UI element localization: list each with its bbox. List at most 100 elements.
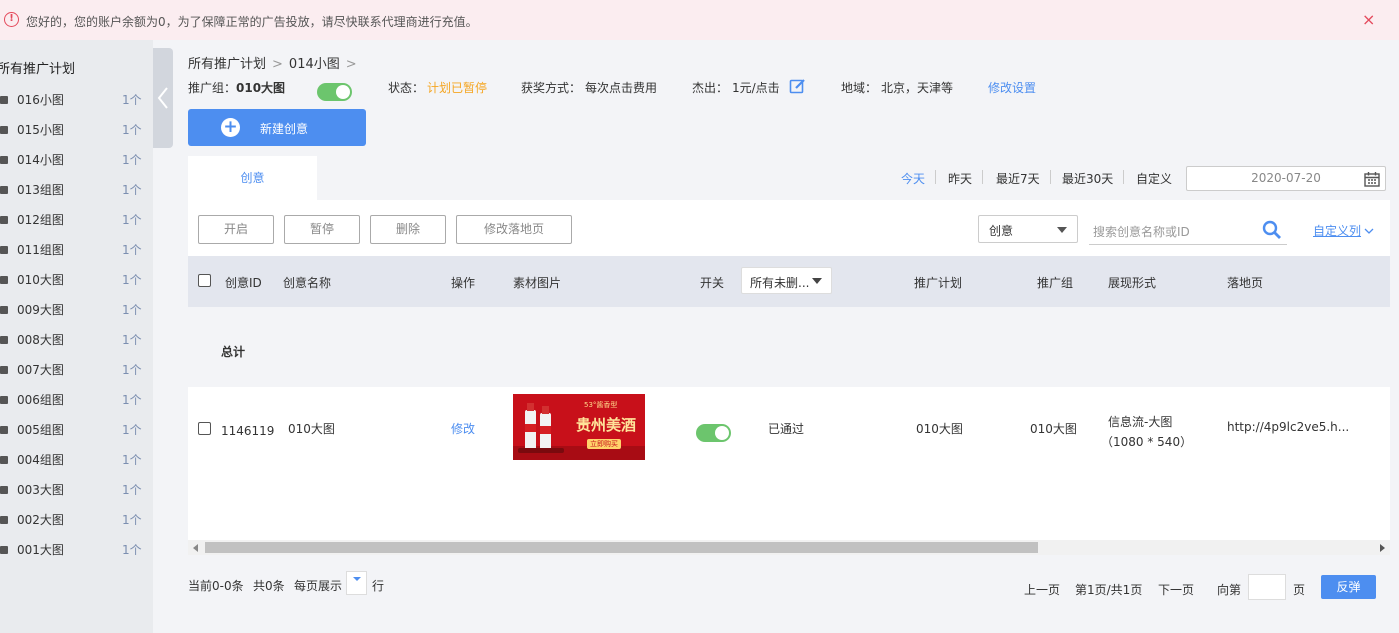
breadcrumb-current[interactable]: 014小图 (289, 57, 340, 72)
cell-status: 已通过 (768, 422, 805, 436)
header-material: 素材图片 (513, 276, 562, 290)
sidebar-item-count: 1个 (122, 273, 142, 287)
status-label: 状态： (388, 81, 425, 95)
delete-button[interactable]: 删除 (370, 215, 446, 244)
horizontal-scrollbar[interactable] (188, 540, 1390, 555)
date-option-30days[interactable]: 最近30天 (1062, 170, 1113, 187)
sidebar-item[interactable]: 016小图 1个 (0, 85, 153, 115)
custom-columns-link[interactable]: 自定义列 (1313, 222, 1374, 239)
sidebar-item[interactable]: 005组图 1个 (0, 415, 153, 445)
cell-format-type: 信息流-大图 (1108, 415, 1173, 429)
next-page-link[interactable]: 下一页 (1158, 581, 1194, 598)
scroll-left-arrow-icon[interactable] (193, 544, 198, 552)
sidebar-item-label: 003大图 (17, 483, 64, 497)
sidebar-item[interactable]: 010大图 1个 (0, 265, 153, 295)
sidebar-item[interactable]: 012组图 1个 (0, 205, 153, 235)
folder-icon (0, 366, 8, 374)
date-option-yesterday[interactable]: 昨天 (948, 170, 972, 187)
new-creative-button[interactable]: + 新建创意 (188, 109, 366, 146)
sidebar-item-label: 004组图 (17, 453, 64, 467)
calendar-icon (1364, 172, 1380, 187)
sidebar-title[interactable]: 所有推广计划 (0, 58, 75, 77)
region-value: 北京，天津等 (881, 81, 954, 95)
caret-down-icon (812, 278, 822, 284)
date-picker-input[interactable]: 2020-07-20 (1186, 166, 1386, 191)
material-thumbnail[interactable]: 53°酱香型 贵州美酒 立即购买 (513, 394, 645, 460)
creative-switch-toggle[interactable] (696, 424, 731, 442)
group-value: 010大图 (236, 81, 286, 95)
date-option-today[interactable]: 今天 (901, 170, 925, 187)
cell-landing-url[interactable]: http://4p9lc2ve5.h... (1227, 420, 1349, 434)
sidebar-item-label: 002大图 (17, 513, 64, 527)
modify-settings-link[interactable]: 修改设置 (988, 79, 1036, 96)
sidebar-item-label: 007大图 (17, 363, 64, 377)
total-label: 总计 (221, 345, 246, 359)
sidebar-item[interactable]: 008大图 1个 (0, 325, 153, 355)
folder-icon (0, 546, 8, 554)
close-icon[interactable]: × (1362, 10, 1375, 29)
sidebar-item-count: 1个 (122, 303, 142, 317)
goto-confirm-button[interactable]: 反弹 (1321, 575, 1376, 599)
breadcrumb-root[interactable]: 所有推广计划 (188, 57, 266, 72)
cell-id: 1146119 (221, 424, 275, 438)
modify-link[interactable]: 修改 (451, 420, 475, 437)
sidebar-item[interactable]: 013组图 1个 (0, 175, 153, 205)
page-info: 第1页/共1页 (1075, 583, 1143, 597)
date-option-custom[interactable]: 自定义 (1136, 170, 1172, 187)
sidebar-item[interactable]: 015小图 1个 (0, 115, 153, 145)
divider (1050, 170, 1051, 184)
sidebar-item[interactable]: 006组图 1个 (0, 385, 153, 415)
folder-icon (0, 216, 8, 224)
scroll-right-arrow-icon[interactable] (1380, 544, 1385, 552)
sidebar-item-label: 005组图 (17, 423, 64, 437)
per-page-select[interactable] (346, 571, 367, 595)
sidebar-item[interactable]: 011组图 1个 (0, 235, 153, 265)
status-value: 计划已暂停 (427, 81, 488, 95)
status-filter-select[interactable]: 所有未删... (741, 267, 832, 294)
select-all-checkbox[interactable] (198, 274, 211, 287)
folder-icon (0, 516, 8, 524)
sidebar-item-count: 1个 (122, 153, 142, 167)
header-id: 创意ID (225, 276, 262, 290)
sidebar-item[interactable]: 014小图 1个 (0, 145, 153, 175)
divider (1123, 170, 1124, 184)
sidebar-item-label: 006组图 (17, 393, 64, 407)
sidebar-item[interactable]: 007大图 1个 (0, 355, 153, 385)
material-buy-button: 立即购买 (587, 439, 621, 449)
sidebar-item[interactable]: 004组图 1个 (0, 445, 153, 475)
sidebar-item[interactable]: 009大图 1个 (0, 295, 153, 325)
group-label: 推广组： (188, 81, 237, 95)
date-value: 2020-07-20 (1251, 171, 1321, 185)
reward-value: 每次点击费用 (585, 81, 658, 95)
sidebar-item-count: 1个 (122, 243, 142, 257)
row-checkbox[interactable] (198, 422, 211, 435)
date-option-7days[interactable]: 最近7天 (996, 170, 1040, 187)
sidebar-collapse-button[interactable] (153, 48, 173, 148)
scrollbar-thumb[interactable] (205, 542, 1038, 553)
goto-page-input[interactable] (1248, 574, 1286, 600)
sidebar-item-label: 001大图 (17, 543, 64, 557)
sidebar-item[interactable]: 001大图 1个 (0, 535, 153, 565)
enable-button[interactable]: 开启 (198, 215, 274, 244)
divider (935, 170, 936, 184)
sidebar-item-count: 1个 (122, 483, 142, 497)
sidebar-item-label: 016小图 (17, 93, 64, 107)
sidebar-item[interactable]: 003大图 1个 (0, 475, 153, 505)
search-type-select[interactable]: 创意 (978, 215, 1078, 243)
sidebar-item-count: 1个 (122, 363, 142, 377)
search-icon[interactable] (1262, 220, 1282, 240)
edit-icon[interactable] (789, 78, 806, 95)
caret-down-icon (353, 577, 361, 581)
modify-landing-button[interactable]: 修改落地页 (456, 215, 572, 244)
sidebar-item-label: 008大图 (17, 333, 64, 347)
group-toggle[interactable] (317, 83, 352, 101)
sidebar-item[interactable]: 002大图 1个 (0, 505, 153, 535)
sidebar-item-count: 1个 (122, 93, 142, 107)
region-label: 地域： (841, 81, 878, 95)
search-input[interactable]: 搜索创意名称或ID (1089, 215, 1287, 245)
tab-creative[interactable]: 创意 (188, 156, 317, 200)
pause-button[interactable]: 暂停 (284, 215, 360, 244)
prev-page-link[interactable]: 上一页 (1024, 581, 1060, 598)
caret-down-icon (1057, 227, 1067, 233)
folder-icon (0, 156, 8, 164)
